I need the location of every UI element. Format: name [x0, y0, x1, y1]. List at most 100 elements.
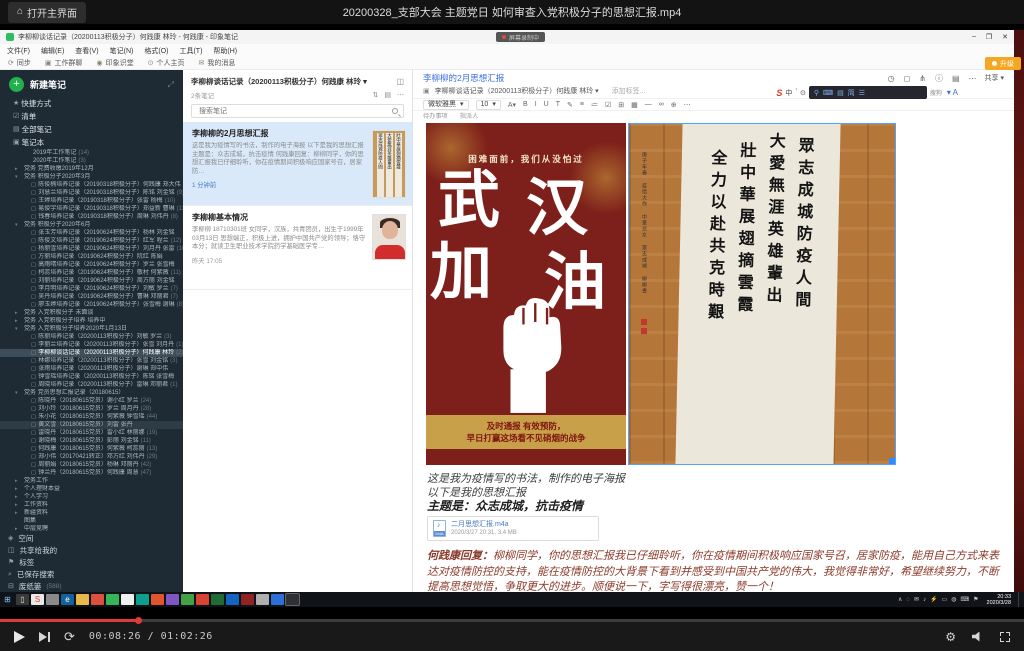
menu-item[interactable]: 编辑(E) — [41, 46, 64, 56]
share-button[interactable]: 共享 ▾ — [985, 73, 1004, 83]
sidebar-item[interactable]: ▢ 李柳柳谈话记录（20200113积极分子）何践康 林玲 (2) — [0, 349, 183, 357]
sidebar-item[interactable]: ▸ 工作资料 — [0, 501, 183, 509]
menu-item[interactable]: 文件(F) — [7, 46, 30, 56]
sidebar-item[interactable]: ▢ 周丽娟（20180615党员）杨琳 邓丽丹 (42) — [0, 461, 183, 469]
sidebar-item[interactable]: ▢ 黄文雪（20180615党员）刘雷 张丹 — [0, 421, 183, 429]
sidebar-item[interactable]: ▸ 新疆资料 — [0, 509, 183, 517]
sidebar-item[interactable]: ▾ 党务 党员思想汇报记录（20180615） — [0, 389, 183, 397]
taskbar-app-icon[interactable] — [256, 594, 269, 605]
sidebar-item[interactable]: ▢ 陈晓丹（20180615党员）谢小红 罗兰 (24) — [0, 397, 183, 405]
note-card[interactable]: 李柳柳基本情况 李柳柳 18710301班 女同学，汉族，共青团员，出生于199… — [183, 206, 412, 290]
sidebar-item[interactable]: ▢ 柯蕊培养记录（20190624积极分子）敬村 何紫薇 (11) — [0, 269, 183, 277]
editor-note-title[interactable]: 李柳柳的2月思想汇报 — [423, 72, 504, 84]
assignee-label[interactable]: 指派人 — [460, 111, 479, 120]
sort-icon[interactable]: ⇅ — [373, 91, 379, 99]
todo-label[interactable]: 待办事项 — [423, 111, 448, 120]
taskbar-app-icon[interactable] — [211, 594, 224, 605]
format-button[interactable]: ⋯ — [684, 101, 691, 109]
view-mode-icon[interactable]: ▤ — [384, 91, 391, 99]
menu-item[interactable]: 帮助(H) — [213, 46, 237, 56]
sidebar-item[interactable]: ▸ 党务 入党积极分子培养 培养中 — [0, 317, 183, 325]
format-button[interactable]: ▦ — [631, 101, 638, 109]
sidebar-item[interactable]: ▢ 方丽培养记录（20190624积极分子）阮红 陈娟 — [0, 253, 183, 261]
sidebar-item[interactable]: ▸ 中层竞聘 — [0, 525, 183, 533]
ime-tool-icon[interactable]: ⚲ — [814, 89, 819, 97]
ime-pen-icon[interactable]: ʼ — [795, 89, 797, 96]
tray-icon[interactable]: ∧ — [898, 596, 902, 603]
format-button[interactable]: ✎ — [567, 101, 573, 109]
format-button[interactable]: U — [544, 101, 549, 108]
loop-icon[interactable]: ⟳ — [64, 630, 75, 643]
volume-icon[interactable] — [972, 632, 984, 642]
sidebar-item[interactable]: ▢ 钟雪瑶培养记录（20200113积极分子）陈铭 张雪梅 — [0, 373, 183, 381]
taskbar-app-icon[interactable]: ⊞ — [1, 594, 14, 605]
sidebar-item[interactable]: ▢ 陈俊文培养记录（20190624积极分子）红军 程兰 (12) — [0, 237, 183, 245]
taskbar-app-icon[interactable] — [181, 594, 194, 605]
taskbar-app-icon[interactable] — [91, 594, 104, 605]
sidebar-item[interactable]: ▢ 廖玉婷培养记录（20190624积极分子）张雪梅 谢琳 (8) — [0, 301, 183, 309]
editor-action-icon[interactable]: ⋔ — [919, 74, 926, 83]
attachment-name[interactable]: 二月思想汇报.m4a — [451, 520, 517, 529]
upgrade-button[interactable]: 升级 — [985, 57, 1021, 70]
search-input[interactable] — [197, 107, 392, 116]
sidebar-item[interactable]: ▢ 郑小伟（20170421转正）邓方红 刘伟丹 (29) — [0, 453, 183, 461]
sidebar-item[interactable]: ▢ 杨丽雪培养记录（20190624积极分子）刘月丹 张雷 (10) — [0, 245, 183, 253]
format-button[interactable]: ⊕ — [671, 101, 677, 109]
taskbar-app-icon[interactable]: e — [61, 594, 74, 605]
sidebar-bottom-item[interactable]: ⚑ 标签 — [0, 557, 183, 569]
close-button[interactable]: ✕ — [1002, 33, 1008, 41]
format-button[interactable]: T — [556, 101, 560, 108]
sogou-logo-icon[interactable]: S — [776, 88, 782, 98]
tree-arrow-icon[interactable]: ▸ — [15, 477, 20, 485]
sidebar-item[interactable]: 2020年工作笔记 (3) — [0, 157, 183, 165]
tree-arrow-icon[interactable]: ▸ — [15, 493, 20, 501]
taskbar-app-icon[interactable] — [76, 594, 89, 605]
tree-arrow-icon[interactable]: ▸ — [15, 165, 20, 173]
sidebar-item[interactable]: ▾ 党务 积极分子2020年6月 — [0, 221, 183, 229]
sidebar-item[interactable]: ▢ 林娜培养记录（20200113积极分子）张雪 刘金铭 (3) — [0, 357, 183, 365]
seek-bar[interactable] — [0, 619, 1024, 622]
format-button[interactable]: B — [523, 101, 528, 108]
toolbar-item[interactable]: ✉ 我的消息 — [198, 58, 235, 68]
format-button[interactable]: A▾ — [508, 101, 516, 109]
sidebar-item[interactable]: ▢ 张雨培养记录（20200113积极分子）谢琳 郑中伟 — [0, 365, 183, 373]
tray-icon[interactable]: ⌨ — [960, 596, 969, 603]
tray-icon[interactable]: ◌ — [906, 597, 910, 603]
format-button[interactable]: ≡ — [580, 101, 584, 108]
toolbar-item[interactable]: ▣ 工作群聊 — [45, 58, 83, 68]
taskbar-clock[interactable]: 20:33 2020/3/28 — [987, 594, 1011, 606]
tree-arrow-icon[interactable]: ▸ — [15, 509, 20, 517]
sogou-ime-bar[interactable]: S 中 ʼ ⊙ ⚲⌨▤简☰ 搜狗 ▾ A — [776, 86, 958, 99]
taskbar-app-icon[interactable] — [241, 594, 254, 605]
settings-gear-icon[interactable]: ⚙ — [945, 630, 956, 644]
editor-action-icon[interactable]: ▤ — [952, 74, 960, 83]
tree-arrow-icon[interactable]: ▸ — [15, 317, 20, 325]
ime-mode-toggle[interactable]: 中 — [785, 88, 792, 98]
sidebar-item[interactable]: ▤ 全部笔记 — [0, 123, 183, 136]
sidebar-item[interactable]: ▢ 刘慧兰培养记录（20190318积极分子）陈铭 刘金铭 (9) — [0, 189, 183, 197]
font-family-select[interactable]: 微软雅黑▾ — [423, 100, 469, 110]
ime-tool-icon[interactable]: 简 — [848, 88, 855, 98]
sidebar-item[interactable]: ▢ 李丽兰培养记录（20200113积极分子）张雪 刘月丹 (1) — [0, 341, 183, 349]
play-button[interactable] — [14, 631, 25, 643]
calligraphy-photo-image[interactable]: 眾志成城防疫人間 大愛無涯英雄輩出 壯中華展翅摘雲霞 全力以赴共克時艱 庚子年春… — [628, 123, 896, 465]
sidebar-item[interactable]: ▸ 党务工作 — [0, 477, 183, 485]
sidebar-item[interactable]: ▾ 党务 积极分子2020年3月 — [0, 173, 183, 181]
menu-item[interactable]: 查看(V) — [75, 46, 98, 56]
sidebar-bottom-item[interactable]: ◈ 空间 — [0, 533, 183, 545]
ime-tool-icon[interactable]: ▤ — [837, 89, 844, 97]
image-selection-handle[interactable] — [889, 458, 895, 464]
sidebar-item[interactable]: ▢ 易俊宇培养记录（20190318积极分子）郑益新 曹琳 (12) — [0, 205, 183, 213]
format-button[interactable]: I — [535, 101, 537, 108]
sidebar-item[interactable]: ▢ 李月明培养记录（20190624积极分子）刘敏 罗兰 (7) — [0, 285, 183, 293]
taskbar-app-icon[interactable] — [271, 594, 284, 605]
ime-tool-icon[interactable]: ⌨ — [823, 89, 833, 97]
sidebar-item[interactable]: ▢ 何践康（20180615党员）何紫薇 柯蕊丽 (13) — [0, 445, 183, 453]
toolbar-item[interactable]: ◉ 印象识堂 — [97, 58, 134, 68]
sidebar-item[interactable]: ▢ 朱小花（20180615党员）何紫薇 钟雪瑶 (44) — [0, 413, 183, 421]
sidebar-item[interactable]: 图集 — [0, 517, 183, 525]
format-button[interactable]: ∞ — [659, 101, 664, 108]
add-tag-field[interactable]: 添加标签... — [612, 86, 646, 96]
sidebar-item[interactable]: ▢ 高雨晴培养记录（20190624积极分子）罗兰 张雪梅 — [0, 261, 183, 269]
taskbar-app-icon[interactable] — [46, 594, 59, 605]
